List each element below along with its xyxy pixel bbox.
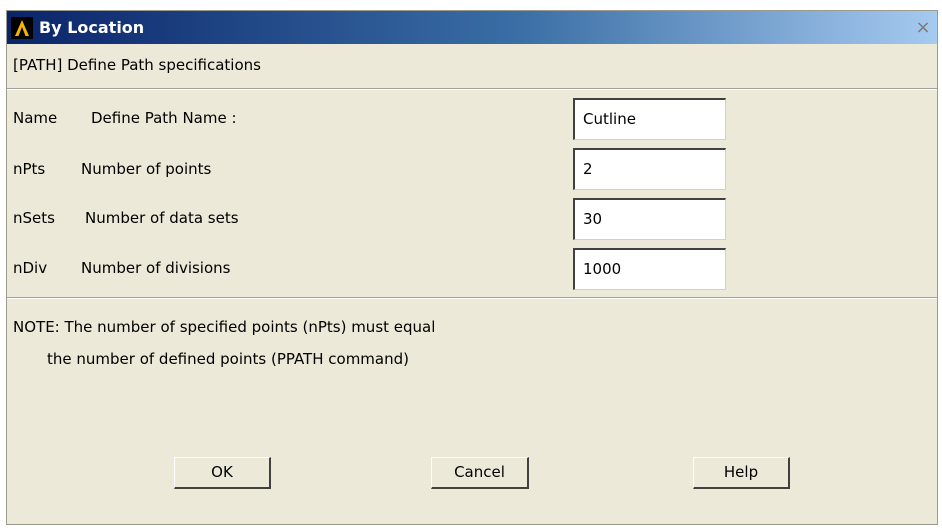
divider: [7, 88, 937, 90]
field-label-nsets: Number of data sets: [85, 209, 239, 227]
field-code-nsets: nSets: [13, 209, 55, 227]
number-of-points-input[interactable]: 2: [573, 148, 726, 190]
field-label-name: Define Path Name :: [91, 109, 237, 127]
window-title: By Location: [39, 18, 145, 37]
field-label-ndiv: Number of divisions: [81, 259, 231, 277]
dialog-header: [PATH] Define Path specifications: [13, 56, 261, 74]
number-of-data-sets-input[interactable]: 30: [573, 198, 726, 240]
path-name-input[interactable]: Cutline: [573, 98, 726, 140]
note-line-1: NOTE: The number of specified points (nP…: [13, 318, 436, 336]
field-code-name: Name: [13, 109, 58, 127]
field-code-npts: nPts: [13, 160, 46, 178]
ok-button[interactable]: OK: [174, 457, 271, 489]
ansys-logo-icon: [11, 17, 33, 39]
title-bar[interactable]: By Location ×: [7, 11, 937, 44]
cancel-button[interactable]: Cancel: [431, 457, 529, 489]
number-of-divisions-input[interactable]: 1000: [573, 248, 726, 290]
field-label-npts: Number of points: [81, 160, 212, 178]
help-button[interactable]: Help: [693, 457, 790, 489]
dialog-window: By Location × [PATH] Define Path specifi…: [6, 10, 938, 525]
field-code-ndiv: nDiv: [13, 259, 48, 277]
divider: [7, 297, 937, 299]
note-line-2: the number of defined points (PPATH comm…: [47, 350, 409, 368]
close-icon[interactable]: ×: [913, 18, 933, 38]
